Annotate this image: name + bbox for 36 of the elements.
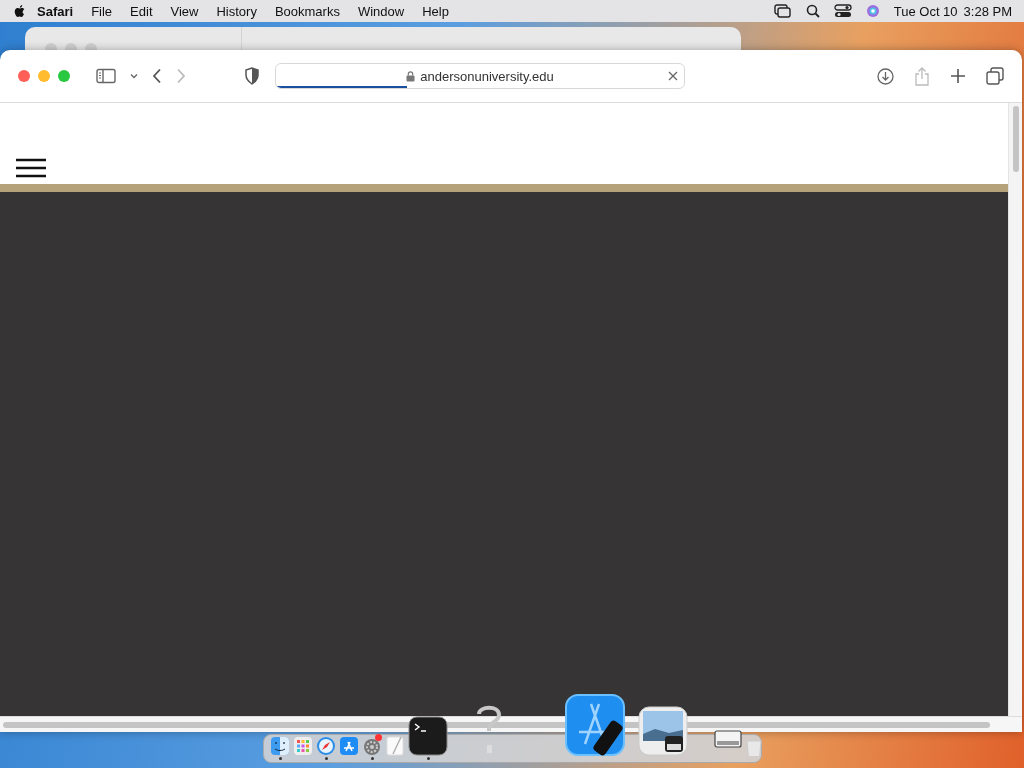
back-icon[interactable] [152,68,162,84]
siri-icon[interactable] [865,4,880,18]
menu-item[interactable]: History [207,3,266,19]
tabs-overview-icon[interactable] [986,67,1004,85]
menu-item[interactable]: Window [348,3,414,19]
menu-item[interactable]: File [82,3,122,19]
launchpad-icon[interactable] [293,736,313,756]
sidebar-icon[interactable] [96,68,116,84]
menu-item[interactable]: Safari [28,3,83,19]
finder-icon[interactable] [270,736,290,756]
lock-icon [406,70,416,82]
menubar-date[interactable]: Tue Oct 10 [893,3,958,19]
scrollbar-thumb[interactable] [1013,106,1019,172]
shield-icon[interactable] [244,67,260,85]
gear-icon[interactable] [362,736,382,756]
menu-item[interactable]: View [161,3,208,19]
address-bar[interactable]: andersonuniversity.edu [275,63,685,89]
hammer-blueprint-icon[interactable] [565,694,627,756]
chevron-down-icon[interactable] [130,73,138,79]
control-center-icon[interactable] [833,4,852,18]
plus-icon[interactable] [950,68,966,84]
close-icon[interactable] [667,70,679,82]
menu-item[interactable]: Bookmarks [265,3,349,19]
close-button[interactable] [18,70,30,82]
menu-item[interactable]: Edit [121,3,162,19]
preview-icon[interactable] [638,706,688,756]
menu-item[interactable]: Help [413,3,458,19]
compass-icon[interactable] [316,736,336,756]
menubar-clock[interactable]: 3:28 PM [963,3,1012,19]
app-store-icon[interactable] [339,736,359,756]
url-text: andersonuniversity.edu [420,68,554,84]
search-icon[interactable] [805,4,820,18]
menu-icon[interactable] [16,158,46,178]
terminal-icon[interactable] [408,716,448,756]
download-icon[interactable] [877,67,894,85]
windows-icon[interactable] [773,4,792,18]
